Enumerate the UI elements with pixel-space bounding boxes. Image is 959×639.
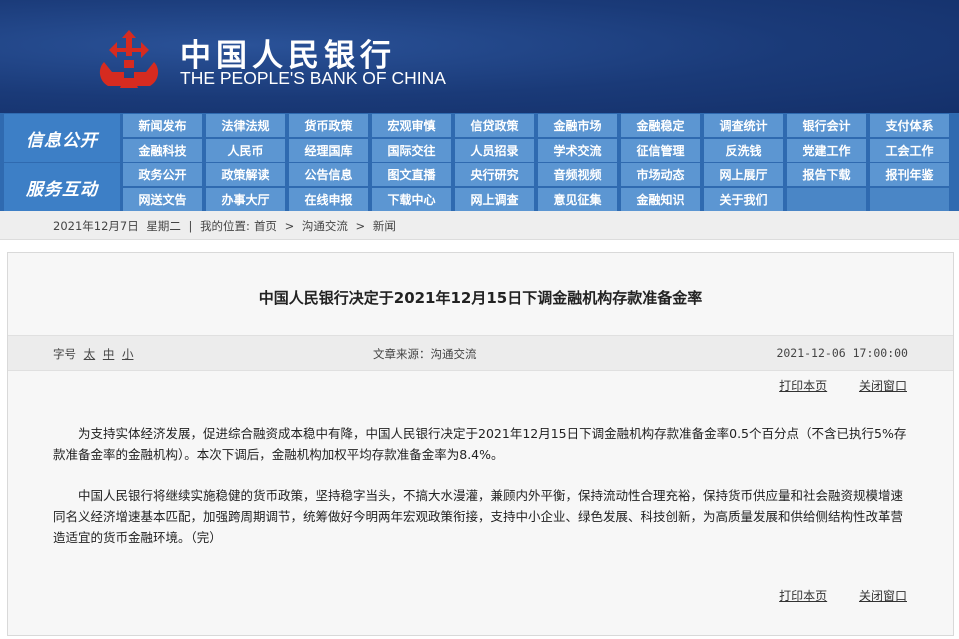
- article-actions-bottom: 打印本页 关闭窗口: [751, 587, 907, 604]
- nav-item[interactable]: 经理国库: [289, 139, 368, 162]
- pboc-emblem-icon: [99, 30, 159, 88]
- nav-item[interactable]: 学术交流: [538, 139, 617, 162]
- breadcrumb-arrow: >: [355, 219, 366, 233]
- nav-item[interactable]: 银行会计: [787, 114, 866, 137]
- article-meta-bar: 字号 太 中 小 文章来源：沟通交流 2021-12-06 17:00:00: [8, 335, 953, 371]
- article-actions-top: 打印本页 关闭窗口: [751, 377, 907, 394]
- nav-group-services: 服务互动 政务公开 政策解读 公告信息 图文直播 央行研究 音频视频 市场动态 网上展厅 报告下…: [0, 163, 959, 211]
- nav-item[interactable]: 意见征集: [538, 188, 617, 211]
- current-weekday: 星期二: [146, 219, 181, 233]
- font-size-label: 字号: [53, 347, 76, 361]
- nav-item[interactable]: 央行研究: [455, 163, 534, 186]
- font-size-medium-button[interactable]: 中: [103, 347, 115, 361]
- nav-item[interactable]: 市场动态: [621, 163, 700, 186]
- nav-item[interactable]: 党建工作: [787, 139, 866, 162]
- nav-item-empty: [870, 188, 949, 211]
- nav-item-empty: [787, 188, 866, 211]
- article-datetime: 2021-12-06 17:00:00: [776, 346, 908, 360]
- breadcrumb-separator: |: [188, 219, 193, 233]
- article-paragraph: 中国人民银行将继续实施稳健的货币政策，坚持稳字当头，不搞大水漫灌，兼顾内外平衡，…: [53, 488, 904, 545]
- article-panel: 中国人民银行决定于2021年12月15日下调金融机构存款准备金率 字号 太 中 …: [7, 252, 954, 636]
- site-header: 中国人民银行 THE PEOPLE'S BANK OF CHINA: [0, 0, 959, 113]
- nav-item[interactable]: 国际交往: [372, 139, 451, 162]
- nav-item[interactable]: 网送文告: [123, 188, 202, 211]
- breadcrumb: 2021年12月7日 星期二 | 我的位置: 首页 > 沟通交流 > 新闻: [53, 218, 400, 234]
- nav-item[interactable]: 音频视频: [538, 163, 617, 186]
- nav-item[interactable]: 图文直播: [372, 163, 451, 186]
- font-size-large-button[interactable]: 太: [84, 347, 96, 361]
- nav-item[interactable]: 金融知识: [621, 188, 700, 211]
- nav-item[interactable]: 公告信息: [289, 163, 368, 186]
- print-page-link[interactable]: 打印本页: [779, 379, 827, 393]
- breadcrumb-arrow: >: [284, 219, 295, 233]
- nav-item[interactable]: 征信管理: [621, 139, 700, 162]
- nav-item[interactable]: 政务公开: [123, 163, 202, 186]
- nav-item[interactable]: 支付体系: [870, 114, 949, 137]
- breadcrumb-home-link[interactable]: 首页: [254, 219, 277, 233]
- close-window-link[interactable]: 关闭窗口: [859, 589, 907, 603]
- location-label: 我的位置:: [200, 219, 250, 233]
- breadcrumb-news-link[interactable]: 新闻: [373, 219, 396, 233]
- nav-item[interactable]: 网上调查: [455, 188, 534, 211]
- nav-item[interactable]: 反洗钱: [704, 139, 783, 162]
- nav-item[interactable]: 人员招录: [455, 139, 534, 162]
- nav-group-title: 服务互动: [4, 163, 120, 211]
- nav-item[interactable]: 在线申报: [289, 188, 368, 211]
- nav-item[interactable]: 网上展厅: [704, 163, 783, 186]
- font-size-control: 字号 太 中 小: [53, 346, 133, 362]
- nav-item[interactable]: 调查统计: [704, 114, 783, 137]
- nav-item[interactable]: 货币政策: [289, 114, 368, 137]
- print-page-link[interactable]: 打印本页: [779, 589, 827, 603]
- close-window-link[interactable]: 关闭窗口: [859, 379, 907, 393]
- article-paragraph: 为支持实体经济发展，促进综合融资成本稳中有降，中国人民银行决定于2021年12月…: [53, 426, 907, 462]
- article-title: 中国人民银行决定于2021年12月15日下调金融机构存款准备金率: [258, 289, 703, 307]
- breadcrumb-bar: 2021年12月7日 星期二 | 我的位置: 首页 > 沟通交流 > 新闻: [0, 211, 959, 240]
- nav-group-title: 信息公开: [4, 114, 120, 162]
- nav-item[interactable]: 信贷政策: [455, 114, 534, 137]
- main-navigation: 信息公开 新闻发布 法律法规 货币政策 宏观审慎 信贷政策 金融市场 金融稳定 调查统计 银行会…: [0, 113, 959, 211]
- nav-item[interactable]: 政策解读: [206, 163, 285, 186]
- nav-item[interactable]: 金融市场: [538, 114, 617, 137]
- nav-item[interactable]: 人民币: [206, 139, 285, 162]
- nav-item[interactable]: 办事大厅: [206, 188, 285, 211]
- article-source: 文章来源：沟通交流: [373, 347, 477, 361]
- nav-item[interactable]: 报刊年鉴: [870, 163, 949, 186]
- nav-item[interactable]: 法律法规: [206, 114, 285, 137]
- nav-item[interactable]: 关于我们: [704, 188, 783, 211]
- nav-item[interactable]: 报告下载: [787, 163, 866, 186]
- nav-item[interactable]: 工会工作: [870, 139, 949, 162]
- nav-item[interactable]: 金融稳定: [621, 114, 700, 137]
- current-date: 2021年12月7日: [53, 219, 139, 233]
- nav-group-info-disclosure: 信息公开 新闻发布 法律法规 货币政策 宏观审慎 信贷政策 金融市场 金融稳定 调查统计 银行会…: [0, 114, 959, 162]
- font-size-small-button[interactable]: 小: [122, 347, 134, 361]
- nav-item[interactable]: 宏观审慎: [372, 114, 451, 137]
- nav-item[interactable]: 新闻发布: [123, 114, 202, 137]
- bank-name-english: THE PEOPLE'S BANK OF CHINA: [180, 68, 446, 88]
- breadcrumb-communication-link[interactable]: 沟通交流: [302, 219, 348, 233]
- nav-item[interactable]: 下载中心: [372, 188, 451, 211]
- nav-item[interactable]: 金融科技: [123, 139, 202, 162]
